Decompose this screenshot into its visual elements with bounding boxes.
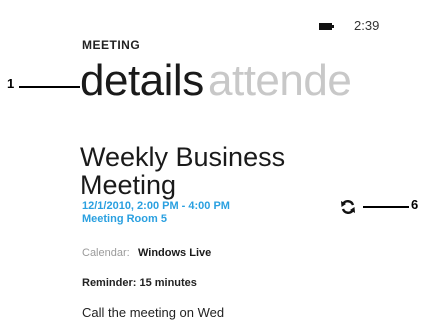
calendar-value: Windows Live — [138, 247, 212, 259]
battery-icon — [319, 23, 332, 30]
callout-1-label: 1 — [7, 76, 15, 91]
calendar-label: Calendar: — [82, 247, 130, 259]
meeting-notes: Call the meeting on Wed — [82, 305, 225, 320]
meeting-location[interactable]: Meeting Room 5 — [82, 213, 167, 225]
status-time: 2:39 — [354, 18, 380, 33]
pivot-details[interactable]: details — [80, 56, 204, 106]
reminder-text: Reminder: 15 minutes — [82, 277, 197, 289]
app-title: MEETING — [82, 38, 141, 52]
meeting-title-line1: Weekly Business — [80, 142, 286, 172]
callout-1-line — [19, 86, 80, 88]
callout-6-line — [363, 206, 409, 208]
pivot-attendees[interactable]: attende — [208, 56, 352, 106]
battery-tip — [332, 25, 334, 28]
callout-6-label: 6 — [411, 197, 419, 212]
meeting-datetime: 12/1/2010, 2:00 PM - 4:00 PM — [82, 200, 230, 212]
sync-icon[interactable] — [340, 199, 356, 215]
meeting-title-line2: Meeting — [80, 170, 177, 200]
